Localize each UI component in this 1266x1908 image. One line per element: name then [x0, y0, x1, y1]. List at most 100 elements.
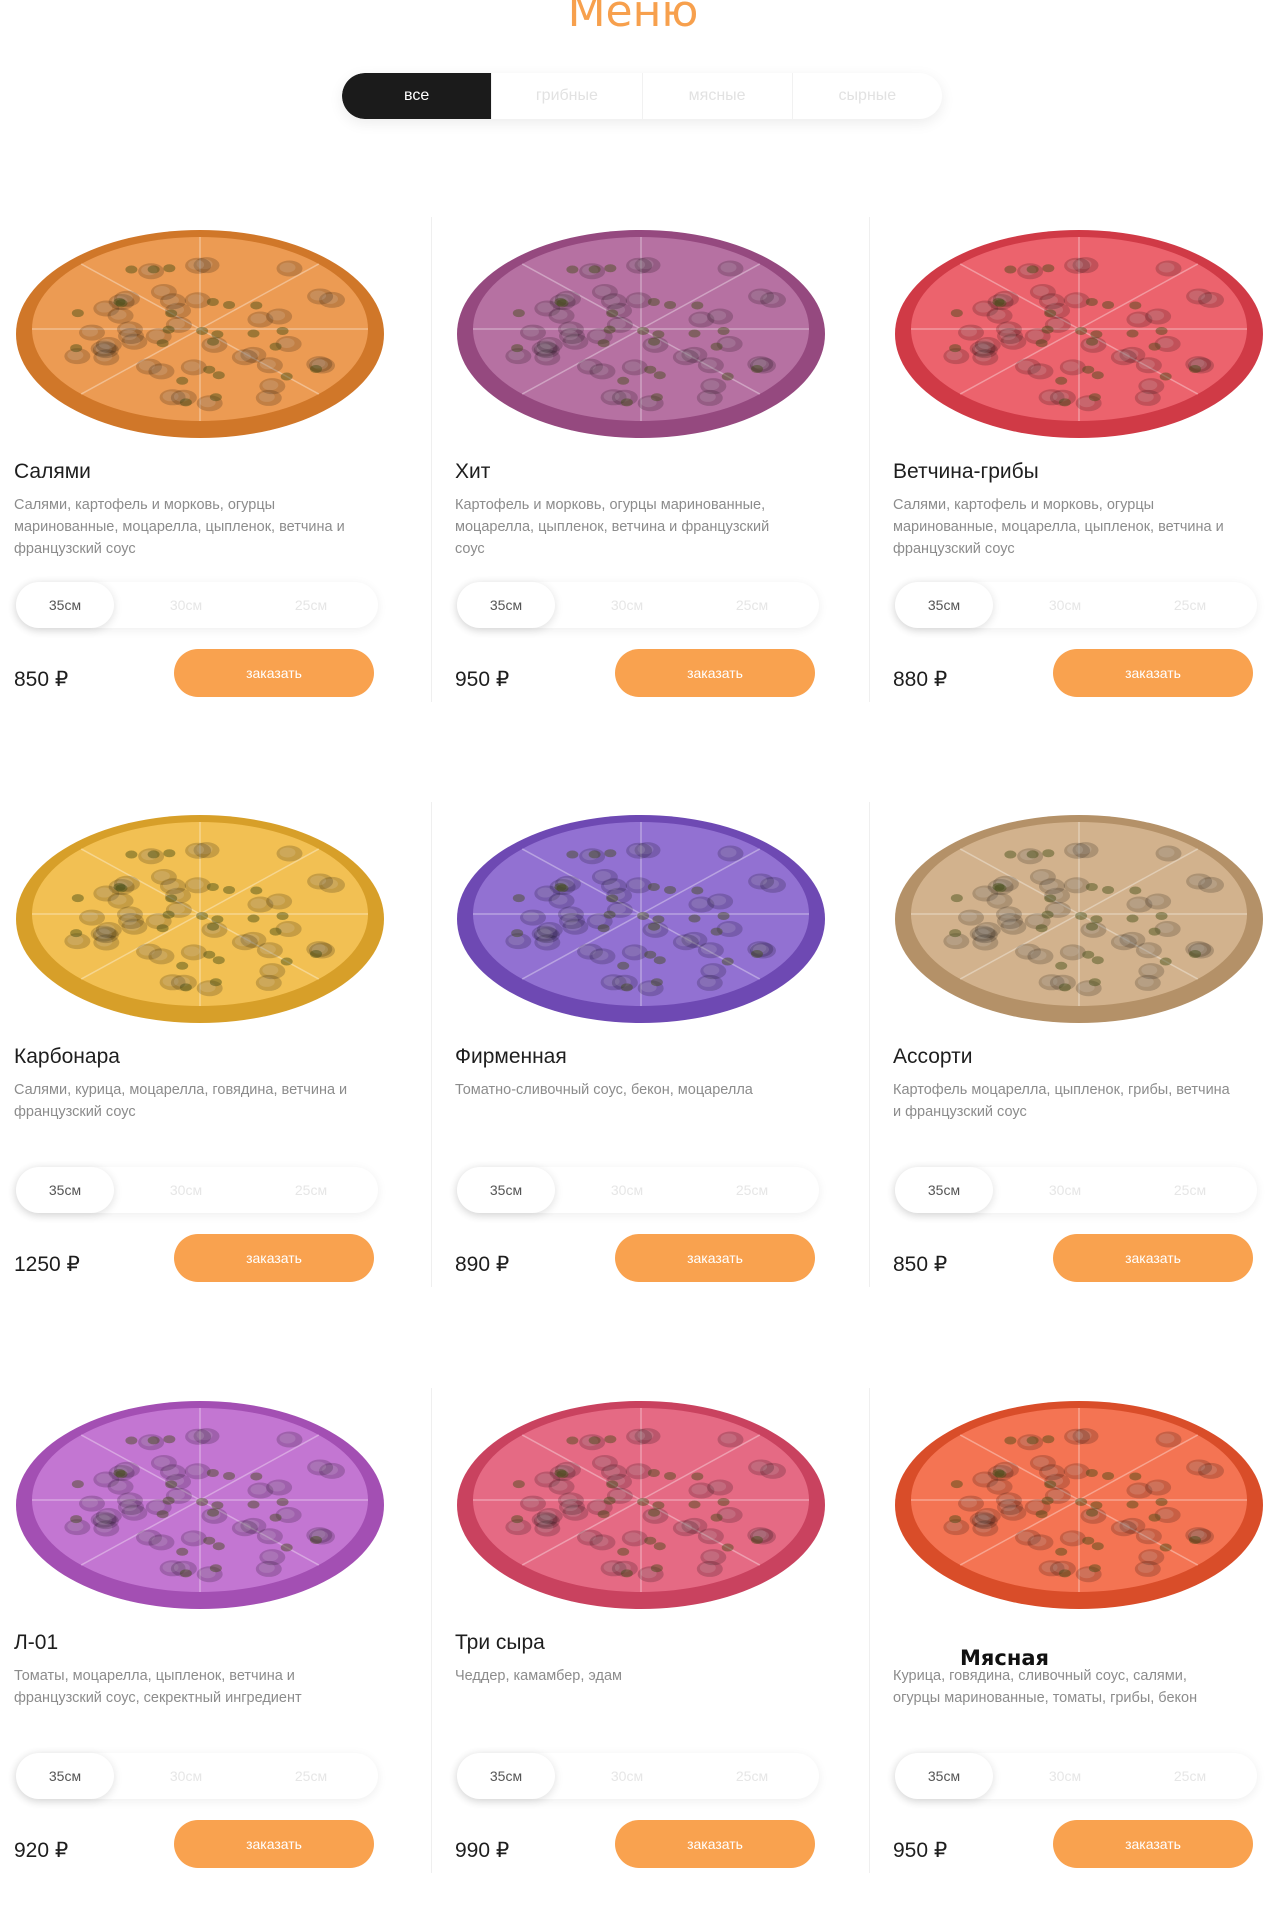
filter-mushroom[interactable]: грибные	[491, 73, 641, 119]
card-divider	[869, 802, 870, 1287]
size-option[interactable]: 25см	[702, 1753, 802, 1799]
page-title: Меню	[567, 0, 699, 37]
product-price: 990 ₽	[455, 1839, 510, 1862]
size-option[interactable]: 35см	[895, 1167, 993, 1213]
size-option[interactable]: 25см	[1140, 582, 1240, 628]
card-divider	[869, 1388, 870, 1873]
product-card: Л-01 Томаты, моцарелла, цыпленок, ветчина…	[14, 1388, 414, 1908]
size-option[interactable]: 35см	[16, 1753, 114, 1799]
pizza-image	[16, 1401, 384, 1609]
order-button[interactable]: заказать	[174, 1234, 374, 1282]
order-button[interactable]: заказать	[174, 1820, 374, 1868]
product-description: Салями, курица, моцарелла, говядина, вет…	[14, 1082, 348, 1120]
order-button[interactable]: заказать	[1053, 1234, 1253, 1282]
size-option[interactable]: 25см	[261, 1167, 361, 1213]
product-card: Три сыра Чеддер, камамбер, эдам 35см 30см 25…	[431, 1388, 855, 1908]
product-card: Ассорти Картофель моцарелла, цыпленок, гр…	[869, 802, 1266, 1322]
product-card: Курица, говядина, сливочный соус, салями…	[869, 1388, 1266, 1908]
size-option[interactable]: 35см	[895, 582, 993, 628]
product-name: Салями	[14, 460, 91, 483]
product-description: Салями, картофель и морковь, огурцы мари…	[893, 497, 1224, 557]
product-card: Фирменная Томатно-сливочный соус, бекон, …	[431, 802, 855, 1322]
product-card: Карбонара Салями, курица, моцарелла, говя…	[14, 802, 414, 1322]
size-selector: 35см 30см 25см	[895, 1167, 1257, 1213]
pizza-image	[895, 815, 1263, 1023]
pizza-image	[895, 230, 1263, 438]
order-button[interactable]: заказать	[1053, 1820, 1253, 1868]
product-card: Хит Картофель и морковь, огурцы маринован…	[431, 217, 855, 737]
product-price: 880 ₽	[893, 668, 948, 691]
size-option[interactable]: 30см	[1015, 1753, 1115, 1799]
product-name: Фирменная	[455, 1045, 567, 1068]
size-option[interactable]: 35см	[457, 1167, 555, 1213]
size-selector: 35см 30см 25см	[895, 1753, 1257, 1799]
product-price: 850 ₽	[893, 1253, 948, 1276]
size-option[interactable]: 35см	[16, 582, 114, 628]
size-option[interactable]: 25см	[261, 582, 361, 628]
size-option[interactable]: 35см	[457, 1753, 555, 1799]
product-description: Курица, говядина, сливочный соус, салями…	[893, 1668, 1198, 1706]
card-divider	[431, 802, 432, 1287]
pizza-image	[457, 815, 825, 1023]
product-name: Три сыра	[455, 1631, 545, 1654]
size-option[interactable]: 25см	[1140, 1167, 1240, 1213]
size-option[interactable]: 30см	[577, 1753, 677, 1799]
product-price: 950 ₽	[893, 1839, 948, 1862]
product-description: Томатно-сливочный соус, бекон, моцарелла	[455, 1082, 753, 1098]
product-description: Чеддер, камамбер, эдам	[455, 1668, 622, 1684]
size-selector: 35см 30см 25см	[16, 582, 378, 628]
size-option[interactable]: 30см	[136, 1753, 236, 1799]
product-name: Л-01	[14, 1631, 59, 1654]
size-option[interactable]: 25см	[1140, 1753, 1240, 1799]
product-card: Салями Салями, картофель и морковь, огурц…	[14, 217, 414, 737]
size-option[interactable]: 35см	[895, 1753, 993, 1799]
pizza-image	[895, 1401, 1263, 1609]
order-button[interactable]: заказать	[615, 1234, 815, 1282]
product-price: 950 ₽	[455, 668, 510, 691]
size-selector: 35см 30см 25см	[457, 1753, 819, 1799]
overlay-label: Мясная	[960, 1646, 1049, 1670]
pizza-image	[457, 1401, 825, 1609]
pizza-image	[16, 815, 384, 1023]
order-button[interactable]: заказать	[615, 649, 815, 697]
pizza-image	[457, 230, 825, 438]
size-option[interactable]: 30см	[136, 1167, 236, 1213]
filter-cheese[interactable]: сырные	[791, 73, 942, 119]
size-option[interactable]: 35см	[457, 582, 555, 628]
product-price: 920 ₽	[14, 1839, 69, 1862]
product-description: Салями, картофель и морковь, огурцы мари…	[14, 497, 345, 557]
size-option[interactable]: 35см	[16, 1167, 114, 1213]
size-selector: 35см 30см 25см	[16, 1167, 378, 1213]
size-selector: 35см 30см 25см	[16, 1753, 378, 1799]
size-option[interactable]: 30см	[577, 582, 677, 628]
product-name: Хит	[455, 460, 491, 483]
product-description: Томаты, моцарелла, цыпленок, ветчина и ф…	[14, 1668, 302, 1706]
product-name: Ассорти	[893, 1045, 973, 1068]
card-divider	[869, 217, 870, 702]
product-price: 850 ₽	[14, 668, 69, 691]
order-button[interactable]: заказать	[174, 649, 374, 697]
product-card: Ветчина-грибы Салями, картофель и морковь…	[869, 217, 1266, 737]
size-option[interactable]: 30см	[1015, 582, 1115, 628]
order-button[interactable]: заказать	[615, 1820, 815, 1868]
product-description: Картофель моцарелла, цыпленок, грибы, ве…	[893, 1082, 1230, 1120]
product-description: Картофель и морковь, огурцы маринованные…	[455, 497, 770, 557]
product-price: 890 ₽	[455, 1253, 510, 1276]
filter-meat[interactable]: мясные	[641, 73, 792, 119]
product-name: Ветчина-грибы	[893, 460, 1039, 483]
size-option[interactable]: 25см	[702, 582, 802, 628]
size-selector: 35см 30см 25см	[895, 582, 1257, 628]
size-option[interactable]: 25см	[261, 1753, 361, 1799]
size-option[interactable]: 25см	[702, 1167, 802, 1213]
size-option[interactable]: 30см	[577, 1167, 677, 1213]
product-name: Карбонара	[14, 1045, 120, 1068]
pizza-image	[16, 230, 384, 438]
product-price: 1250 ₽	[14, 1253, 80, 1276]
card-divider	[431, 217, 432, 702]
size-option[interactable]: 30см	[136, 582, 236, 628]
size-option[interactable]: 30см	[1015, 1167, 1115, 1213]
card-divider	[431, 1388, 432, 1873]
filter-all[interactable]: все	[342, 73, 492, 119]
size-selector: 35см 30см 25см	[457, 1167, 819, 1213]
order-button[interactable]: заказать	[1053, 649, 1253, 697]
